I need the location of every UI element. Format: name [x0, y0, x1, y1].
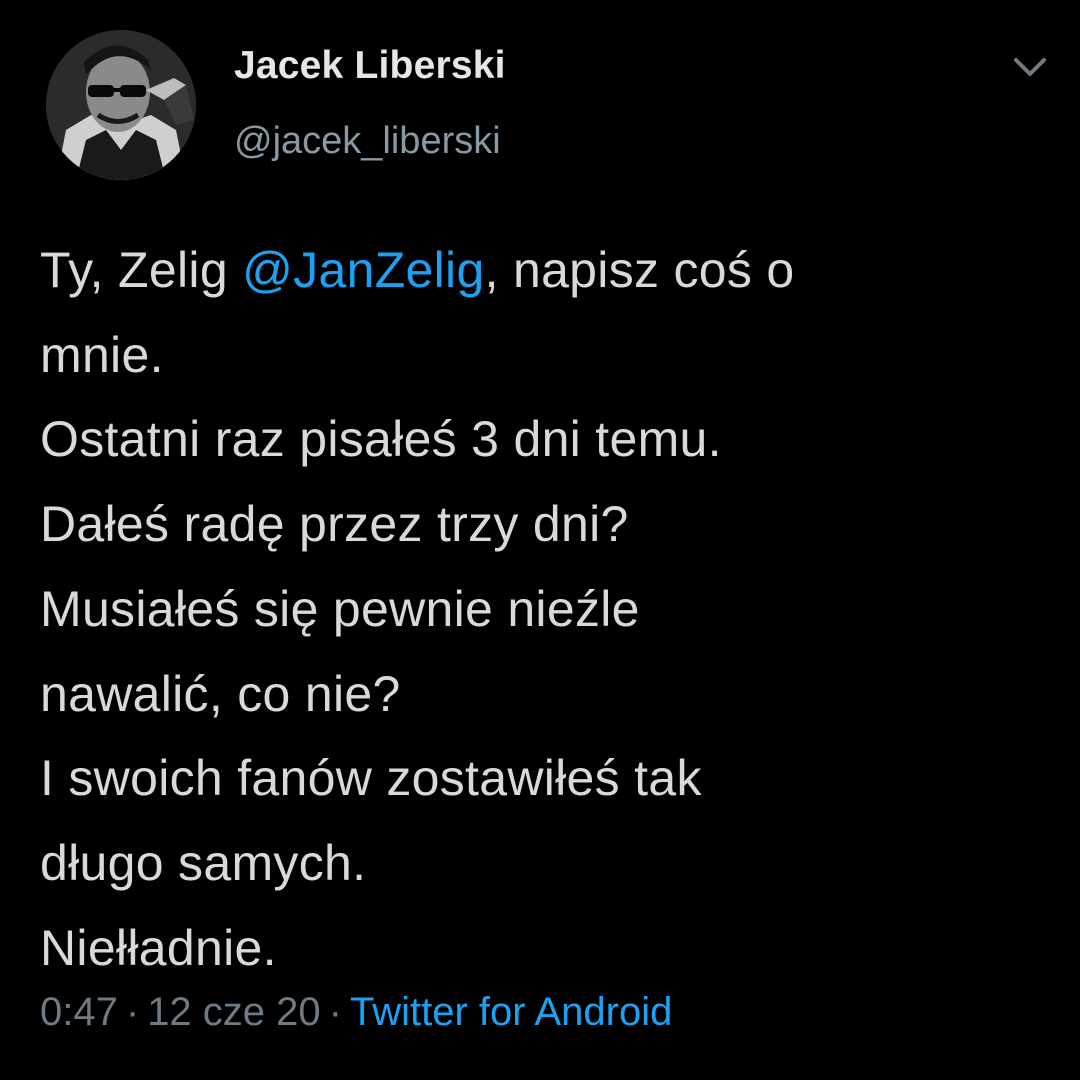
tweet-card: Jacek Liberski @jacek_liberski Ty, Zelig… — [0, 0, 1080, 1080]
tweet-date[interactable]: 12 cze 20 — [147, 990, 320, 1034]
avatar-image — [46, 30, 196, 180]
tweet-line: Musiałeś się pewnie nieźle — [40, 580, 640, 637]
tweet-line: Dałeś radę przez trzy dni? — [40, 496, 629, 553]
tweet-line: Ty, Zelig @JanZelig, napisz coś o — [40, 228, 1050, 313]
tweet-line: Niełładnie. — [40, 919, 277, 976]
tweet-line: nawalić, co nie? — [40, 665, 401, 722]
tweet-line: I swoich fanów zostawiłeś tak — [40, 750, 702, 807]
avatar[interactable] — [46, 30, 196, 180]
tweet-line: mnie. — [40, 326, 164, 383]
meta-separator: · — [328, 990, 342, 1034]
tweet-source-link[interactable]: Twitter for Android — [350, 990, 672, 1034]
tweet-line: Ostatni raz pisałeś 3 dni temu. — [40, 411, 722, 468]
tweet-time[interactable]: 0:47 — [40, 990, 118, 1034]
meta-separator: · — [125, 990, 140, 1034]
mention-link[interactable]: @JanZelig — [242, 242, 484, 298]
user-handle[interactable]: @jacek_liberski — [234, 120, 501, 163]
tweet-text-segment: , napisz coś o — [484, 242, 795, 298]
tweet-line: długo samych. — [40, 834, 367, 891]
tweet-meta: 0:47 · 12 cze 20 · Twitter for Android — [40, 990, 672, 1035]
display-name[interactable]: Jacek Liberski — [234, 44, 506, 88]
tweet-text: Ty, Zelig @JanZelig, napisz coś o mnie. … — [40, 228, 1050, 990]
tweet-text-segment: Ty, Zelig — [40, 242, 243, 298]
chevron-down-icon[interactable] — [1008, 50, 1052, 86]
